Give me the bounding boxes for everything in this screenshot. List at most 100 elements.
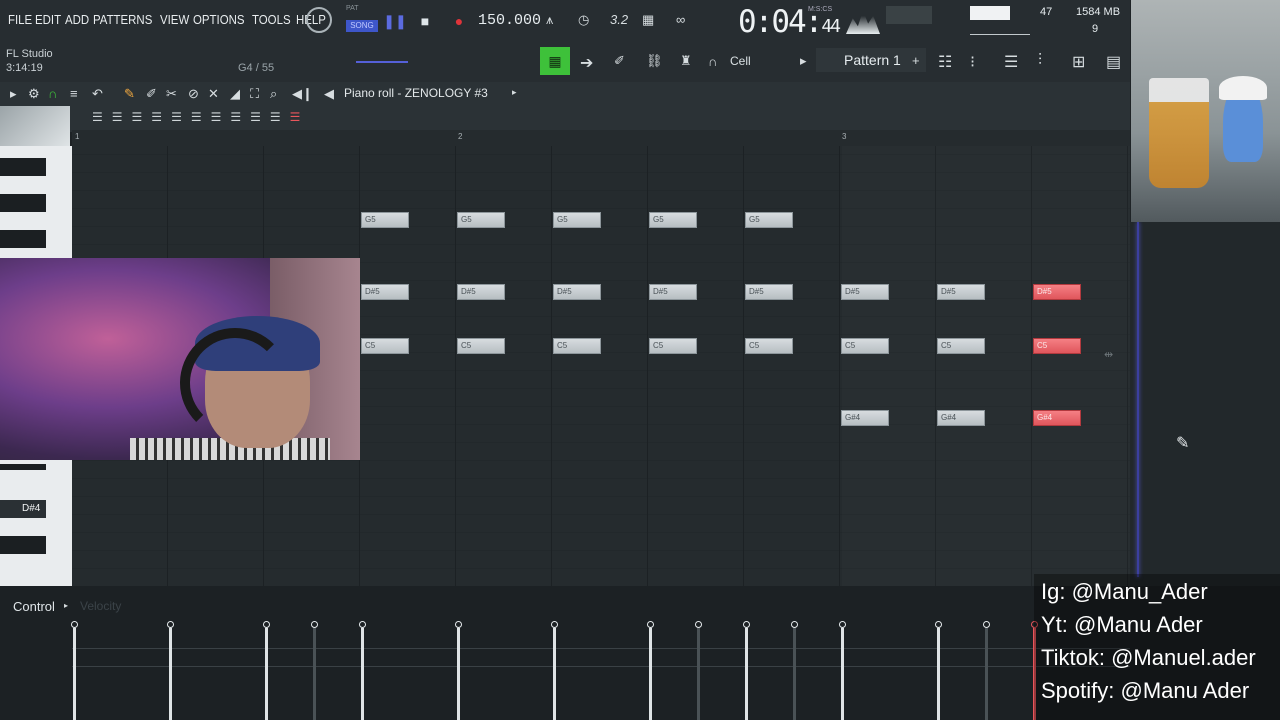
- align-icon-active[interactable]: ☰: [290, 110, 301, 124]
- note-block[interactable]: C5: [361, 338, 409, 354]
- playback-icon[interactable]: ◀❙: [292, 86, 313, 102]
- note-block[interactable]: D#5: [745, 284, 793, 300]
- magnet-snap-icon[interactable]: ∩: [708, 54, 717, 69]
- velocity-handle[interactable]: [359, 621, 366, 628]
- countdown-icon[interactable]: 3.2: [610, 12, 628, 27]
- align-icon[interactable]: ☰: [211, 110, 222, 124]
- align-icon[interactable]: ☰: [112, 110, 123, 124]
- note-block[interactable]: G5: [745, 212, 793, 228]
- velocity-bar[interactable]: [793, 628, 796, 720]
- wait-icon[interactable]: ◷: [578, 12, 589, 28]
- note-block[interactable]: D#5: [649, 284, 697, 300]
- note-block[interactable]: C5: [553, 338, 601, 354]
- magnet-icon[interactable]: ∩: [48, 86, 57, 101]
- velocity-handle[interactable]: [791, 621, 798, 628]
- velocity-bar[interactable]: [841, 628, 844, 720]
- velocity-bar[interactable]: [169, 628, 172, 720]
- velocity-bar[interactable]: [697, 628, 700, 720]
- velocity-bar[interactable]: [73, 628, 76, 720]
- align-icon[interactable]: ☰: [171, 110, 182, 124]
- master-volume-knob[interactable]: [306, 7, 332, 33]
- pattern-selector[interactable]: Pattern 1: [816, 48, 926, 72]
- speaker-icon[interactable]: ◀: [324, 86, 334, 102]
- plugin-icon[interactable]: ♜: [680, 53, 692, 69]
- note-block[interactable]: G#4: [937, 410, 985, 426]
- velocity-bar[interactable]: [649, 628, 652, 720]
- pencil-icon[interactable]: ✎: [124, 86, 135, 102]
- slip-icon[interactable]: ✕: [208, 86, 219, 102]
- stop-icon[interactable]: ■: [414, 10, 436, 32]
- snap-select[interactable]: Cell: [730, 54, 751, 68]
- metronome-icon[interactable]: ⩚: [546, 12, 553, 28]
- velocity-bar[interactable]: [457, 628, 460, 720]
- menu-add[interactable]: ADD: [65, 12, 89, 27]
- velocity-handle[interactable]: [935, 621, 942, 628]
- note-block[interactable]: D#5: [841, 284, 889, 300]
- note-block[interactable]: C5: [457, 338, 505, 354]
- note-block[interactable]: G5: [649, 212, 697, 228]
- menu-view[interactable]: VIEW: [160, 12, 189, 27]
- note-block[interactable]: D#5: [1033, 284, 1081, 300]
- black-key[interactable]: [0, 158, 46, 176]
- plugin-database-icon[interactable]: ▤: [1106, 52, 1121, 72]
- align-icon[interactable]: ☰: [270, 110, 281, 124]
- velocity-handle[interactable]: [551, 621, 558, 628]
- note-block[interactable]: G5: [361, 212, 409, 228]
- align-icon[interactable]: ☰: [230, 110, 241, 124]
- note-block[interactable]: G#4: [1033, 410, 1081, 426]
- velocity-handle[interactable]: [311, 621, 318, 628]
- note-block[interactable]: C5: [841, 338, 889, 354]
- black-key[interactable]: [0, 464, 46, 470]
- add-pattern-icon[interactable]: +: [912, 53, 920, 68]
- velocity-handle[interactable]: [71, 621, 78, 628]
- velocity-bar[interactable]: [553, 628, 556, 720]
- piano-roll-icon[interactable]: ☰: [1004, 52, 1018, 72]
- mixer-icon[interactable]: ⫶: [1038, 52, 1042, 70]
- menu-edit[interactable]: EDIT: [35, 12, 61, 27]
- brush-icon[interactable]: ✐: [146, 86, 157, 102]
- note-block[interactable]: C5: [745, 338, 793, 354]
- note-block[interactable]: D#5: [937, 284, 985, 300]
- pattern-arrow-icon[interactable]: ▸: [800, 53, 807, 69]
- delete-icon[interactable]: ✂: [166, 86, 177, 102]
- pitch-slider[interactable]: [356, 61, 408, 63]
- mute-icon[interactable]: ⊘: [188, 86, 199, 102]
- menu-file[interactable]: FILE: [8, 12, 32, 27]
- note-block[interactable]: C5: [1033, 338, 1081, 354]
- brush-tool-icon[interactable]: ✐: [614, 53, 625, 69]
- note-block[interactable]: G5: [553, 212, 601, 228]
- title-arrow-icon[interactable]: ▸: [512, 87, 517, 98]
- black-key[interactable]: [0, 230, 46, 248]
- velocity-handle[interactable]: [263, 621, 270, 628]
- song-mode-button[interactable]: SONG: [346, 20, 378, 32]
- piano-roll-button[interactable]: ▦: [540, 47, 570, 75]
- menu-patterns[interactable]: PATTERNS: [93, 12, 152, 27]
- pause-icon[interactable]: ❚❚: [383, 10, 406, 32]
- browser-icon[interactable]: ⊞: [1072, 52, 1085, 72]
- timeline-ruler[interactable]: [72, 130, 1130, 146]
- list-icon[interactable]: ≡: [70, 86, 78, 101]
- velocity-handle[interactable]: [455, 621, 462, 628]
- velocity-bar[interactable]: [265, 628, 268, 720]
- control-arrow-icon[interactable]: ▸: [64, 601, 68, 610]
- undo-icon[interactable]: ↶: [92, 86, 103, 102]
- velocity-handle[interactable]: [695, 621, 702, 628]
- note-block[interactable]: C5: [937, 338, 985, 354]
- select-icon[interactable]: ⛶: [250, 86, 259, 102]
- align-icon[interactable]: ☰: [92, 110, 103, 124]
- piano-roll-menu-icon[interactable]: ▸: [10, 86, 17, 102]
- menu-options[interactable]: OPTIONS: [193, 12, 244, 27]
- velocity-handle[interactable]: [743, 621, 750, 628]
- note-block[interactable]: G#4: [841, 410, 889, 426]
- velocity-handle[interactable]: [839, 621, 846, 628]
- channel-rack-icon[interactable]: ⁝: [970, 52, 975, 72]
- velocity-bar[interactable]: [313, 628, 316, 720]
- pat-mode-label[interactable]: PAT: [346, 5, 359, 12]
- zoom-icon[interactable]: ⌕: [270, 86, 277, 102]
- step-edit-icon[interactable]: ▦: [642, 12, 654, 28]
- wrench-icon[interactable]: ⚙: [28, 86, 40, 102]
- align-icon[interactable]: ☰: [250, 110, 261, 124]
- velocity-bar[interactable]: [985, 628, 988, 720]
- align-icon[interactable]: ☰: [132, 110, 143, 124]
- note-block[interactable]: C5: [649, 338, 697, 354]
